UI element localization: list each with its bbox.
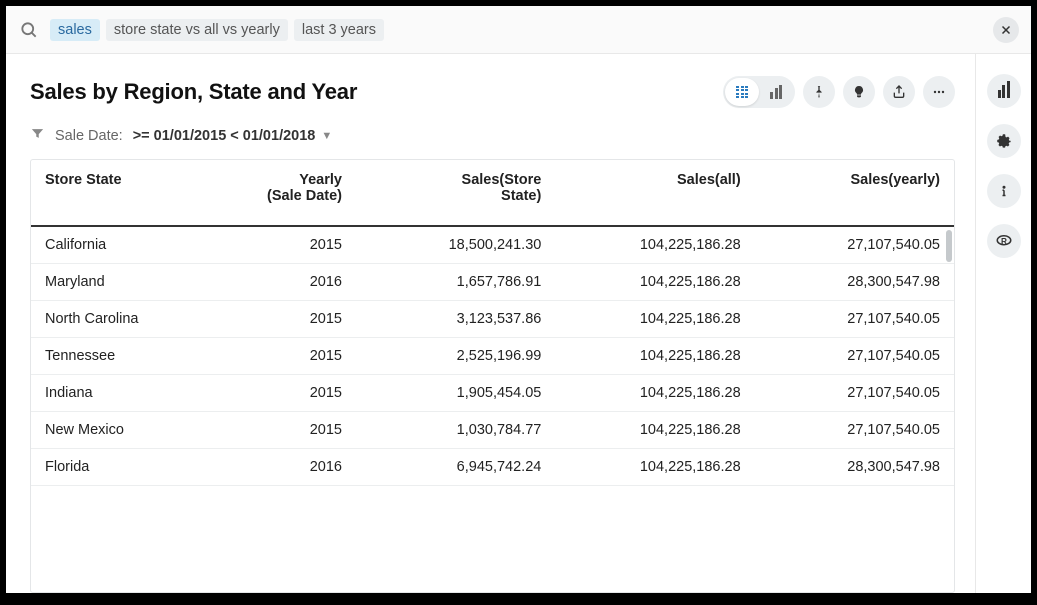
cell-state: North Carolina <box>31 301 206 338</box>
cell-state: Indiana <box>31 375 206 412</box>
cell-sales-yearly: 28,300,547.98 <box>755 264 954 301</box>
search-bar: sales store state vs all vs yearly last … <box>6 6 1031 54</box>
insight-button[interactable] <box>843 76 875 108</box>
column-header[interactable]: Store State <box>31 160 206 226</box>
search-chip[interactable]: last 3 years <box>294 19 384 41</box>
cell-sales-all: 104,225,186.28 <box>555 449 754 486</box>
chart-icon <box>998 84 1010 98</box>
r-icon: R <box>995 232 1013 250</box>
filter-dropdown[interactable]: >= 01/01/2015 < 01/01/2018 ▼ <box>133 128 333 144</box>
page-title: Sales by Region, State and Year <box>30 79 357 105</box>
cell-state: Tennessee <box>31 338 206 375</box>
chart-view-button[interactable] <box>759 78 793 106</box>
cell-sales-yearly: 27,107,540.05 <box>755 375 954 412</box>
cell-sales-all: 104,225,186.28 <box>555 375 754 412</box>
cell-state: New Mexico <box>31 412 206 449</box>
search-chip[interactable]: store state vs all vs yearly <box>106 19 288 41</box>
cell-year: 2015 <box>206 338 356 375</box>
filter-label: Sale Date: <box>55 128 123 144</box>
info-icon <box>995 182 1013 200</box>
cell-state: Florida <box>31 449 206 486</box>
info-button[interactable] <box>987 174 1021 208</box>
cell-sales-all: 104,225,186.28 <box>555 226 754 264</box>
cell-sales-state: 1,030,784.77 <box>356 412 555 449</box>
filter-value-text: >= 01/01/2015 < 01/01/2018 <box>133 128 316 144</box>
cell-sales-all: 104,225,186.28 <box>555 264 754 301</box>
pin-icon <box>811 84 827 100</box>
svg-text:R: R <box>1001 237 1007 246</box>
cell-year: 2015 <box>206 375 356 412</box>
lightbulb-icon <box>851 84 867 100</box>
cell-state: California <box>31 226 206 264</box>
search-icon <box>18 19 40 41</box>
cell-sales-state: 1,657,786.91 <box>356 264 555 301</box>
filter-bar: Sale Date: >= 01/01/2015 < 01/01/2018 ▼ <box>30 126 955 145</box>
explore-button[interactable] <box>987 74 1021 108</box>
cell-sales-yearly: 27,107,540.05 <box>755 412 954 449</box>
side-rail: R <box>975 54 1031 593</box>
cell-year: 2016 <box>206 449 356 486</box>
share-icon <box>891 84 907 100</box>
cell-sales-state: 1,905,454.05 <box>356 375 555 412</box>
scrollbar-thumb[interactable] <box>946 230 952 262</box>
table-view-button[interactable] <box>725 78 759 106</box>
chevron-down-icon: ▼ <box>321 130 332 142</box>
data-table: Store State Yearly(Sale Date) Sales(Stor… <box>30 159 955 593</box>
gear-icon <box>995 132 1013 150</box>
more-icon <box>931 84 947 100</box>
cell-state: Maryland <box>31 264 206 301</box>
share-button[interactable] <box>883 76 915 108</box>
cell-sales-all: 104,225,186.28 <box>555 301 754 338</box>
cell-sales-state: 2,525,196.99 <box>356 338 555 375</box>
cell-sales-yearly: 27,107,540.05 <box>755 301 954 338</box>
clear-search-button[interactable] <box>993 17 1019 43</box>
table-icon <box>736 86 748 99</box>
column-header[interactable]: Yearly(Sale Date) <box>206 160 356 226</box>
table-row[interactable]: Indiana20151,905,454.05104,225,186.2827,… <box>31 375 954 412</box>
cell-sales-all: 104,225,186.28 <box>555 338 754 375</box>
cell-sales-yearly: 27,107,540.05 <box>755 338 954 375</box>
table-row[interactable]: Maryland20161,657,786.91104,225,186.2828… <box>31 264 954 301</box>
more-button[interactable] <box>923 76 955 108</box>
table-row[interactable]: California201518,500,241.30104,225,186.2… <box>31 226 954 264</box>
cell-sales-state: 6,945,742.24 <box>356 449 555 486</box>
cell-year: 2015 <box>206 226 356 264</box>
toolbar <box>723 76 955 108</box>
cell-sales-all: 104,225,186.28 <box>555 412 754 449</box>
column-header[interactable]: Sales(all) <box>555 160 754 226</box>
settings-button[interactable] <box>987 124 1021 158</box>
cell-year: 2015 <box>206 301 356 338</box>
table-row[interactable]: North Carolina20153,123,537.86104,225,18… <box>31 301 954 338</box>
filter-icon <box>30 126 45 145</box>
column-header[interactable]: Sales(StoreState) <box>356 160 555 226</box>
cell-sales-yearly: 28,300,547.98 <box>755 449 954 486</box>
table-row[interactable]: Florida20166,945,742.24104,225,186.2828,… <box>31 449 954 486</box>
cell-year: 2016 <box>206 264 356 301</box>
cell-year: 2015 <box>206 412 356 449</box>
search-input[interactable]: sales store state vs all vs yearly last … <box>50 19 993 41</box>
cell-sales-state: 3,123,537.86 <box>356 301 555 338</box>
table-row[interactable]: New Mexico20151,030,784.77104,225,186.28… <box>31 412 954 449</box>
cell-sales-state: 18,500,241.30 <box>356 226 555 264</box>
column-header[interactable]: Sales(yearly) <box>755 160 954 226</box>
table-row[interactable]: Tennessee20152,525,196.99104,225,186.282… <box>31 338 954 375</box>
view-toggle <box>723 76 795 108</box>
chart-icon <box>770 85 782 99</box>
r-analysis-button[interactable]: R <box>987 224 1021 258</box>
search-chip[interactable]: sales <box>50 19 100 41</box>
pin-button[interactable] <box>803 76 835 108</box>
cell-sales-yearly: 27,107,540.05 <box>755 226 954 264</box>
